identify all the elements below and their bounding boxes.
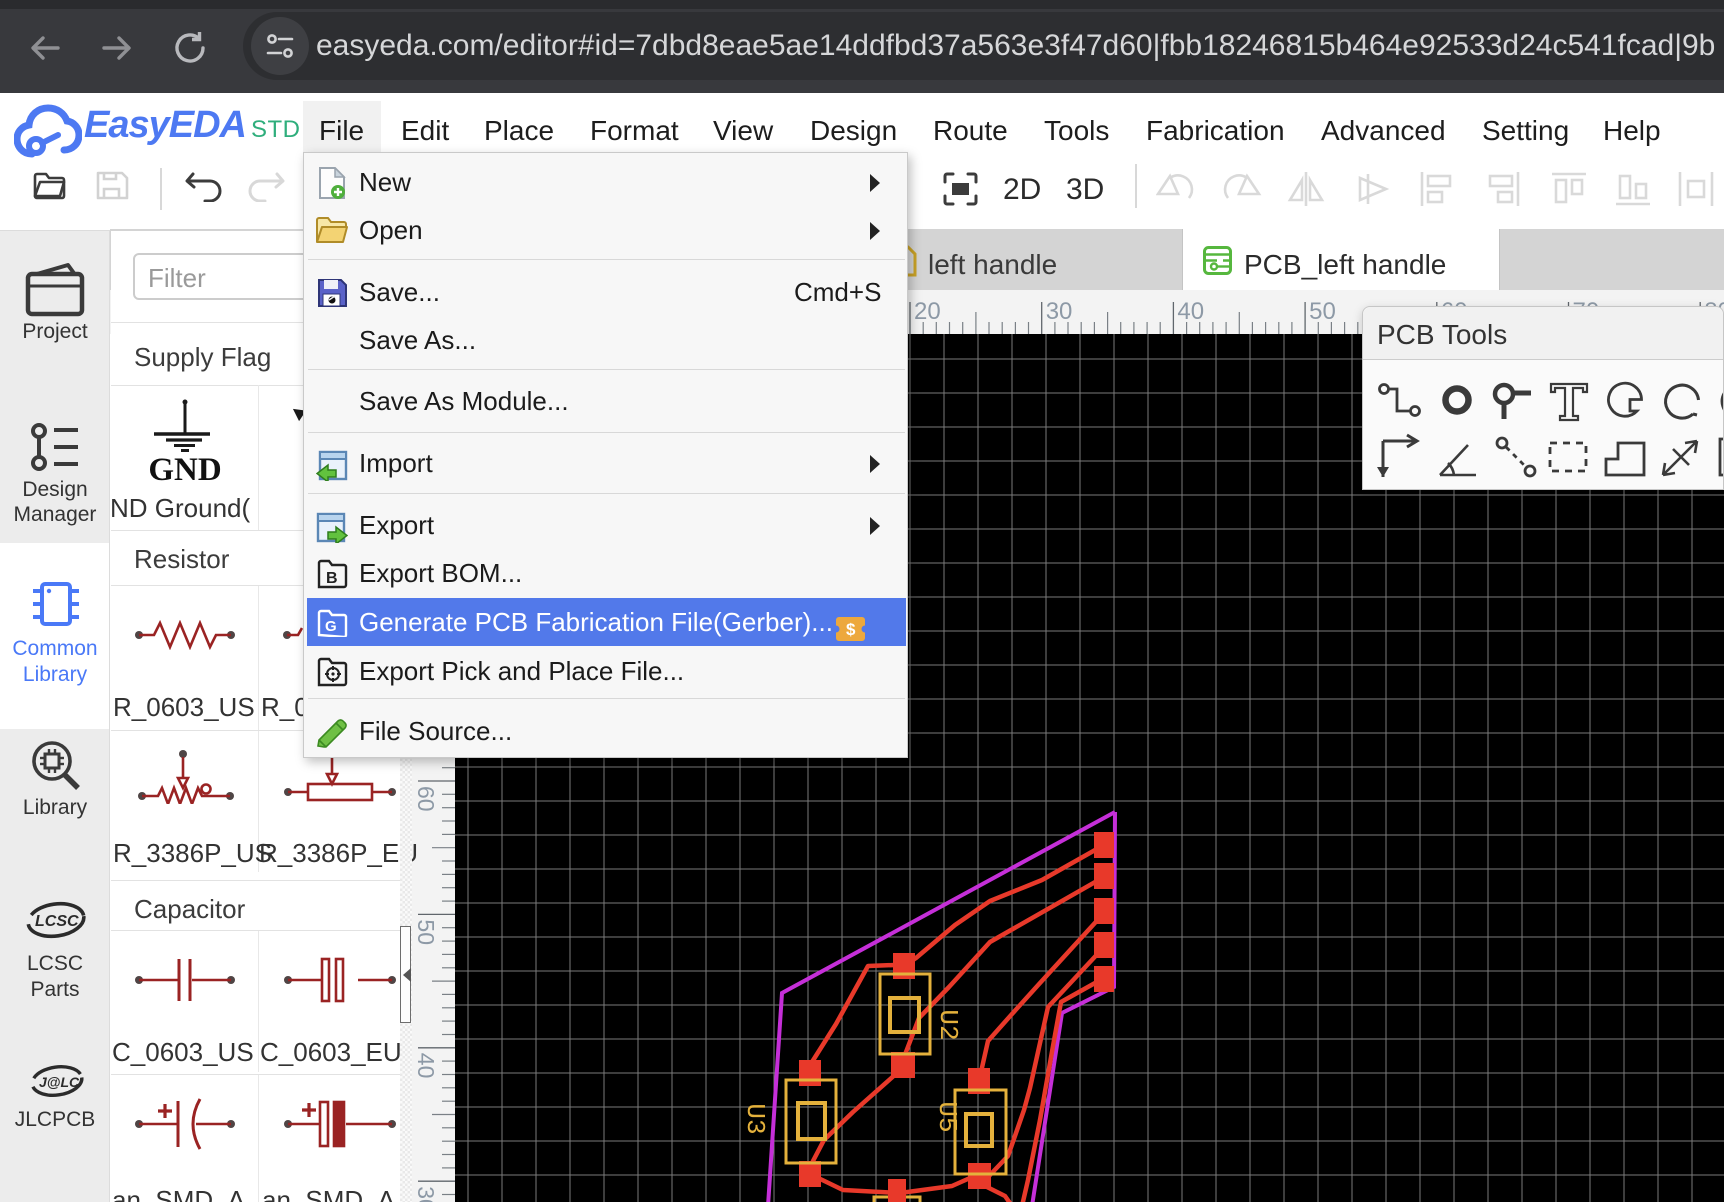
svg-text:30: 30 <box>1046 298 1073 325</box>
svg-text:G: G <box>325 618 337 635</box>
svg-text:J@LC: J@LC <box>39 1074 80 1090</box>
svg-text:30: 30 <box>413 1186 439 1202</box>
svg-text:$: $ <box>846 620 856 639</box>
svg-text:20: 20 <box>914 298 941 325</box>
svg-text:B: B <box>326 570 338 587</box>
svg-text:50: 50 <box>413 919 439 945</box>
svg-text:60: 60 <box>413 786 439 812</box>
svg-text:40: 40 <box>413 1053 439 1079</box>
svg-text:U3: U3 <box>740 1103 770 1134</box>
svg-text:40: 40 <box>1177 298 1204 325</box>
svg-text:LCSC: LCSC <box>35 913 79 930</box>
svg-text:U5: U5 <box>932 1101 962 1132</box>
svg-text:50: 50 <box>1309 298 1336 325</box>
svg-text:U2: U2 <box>933 1009 963 1040</box>
